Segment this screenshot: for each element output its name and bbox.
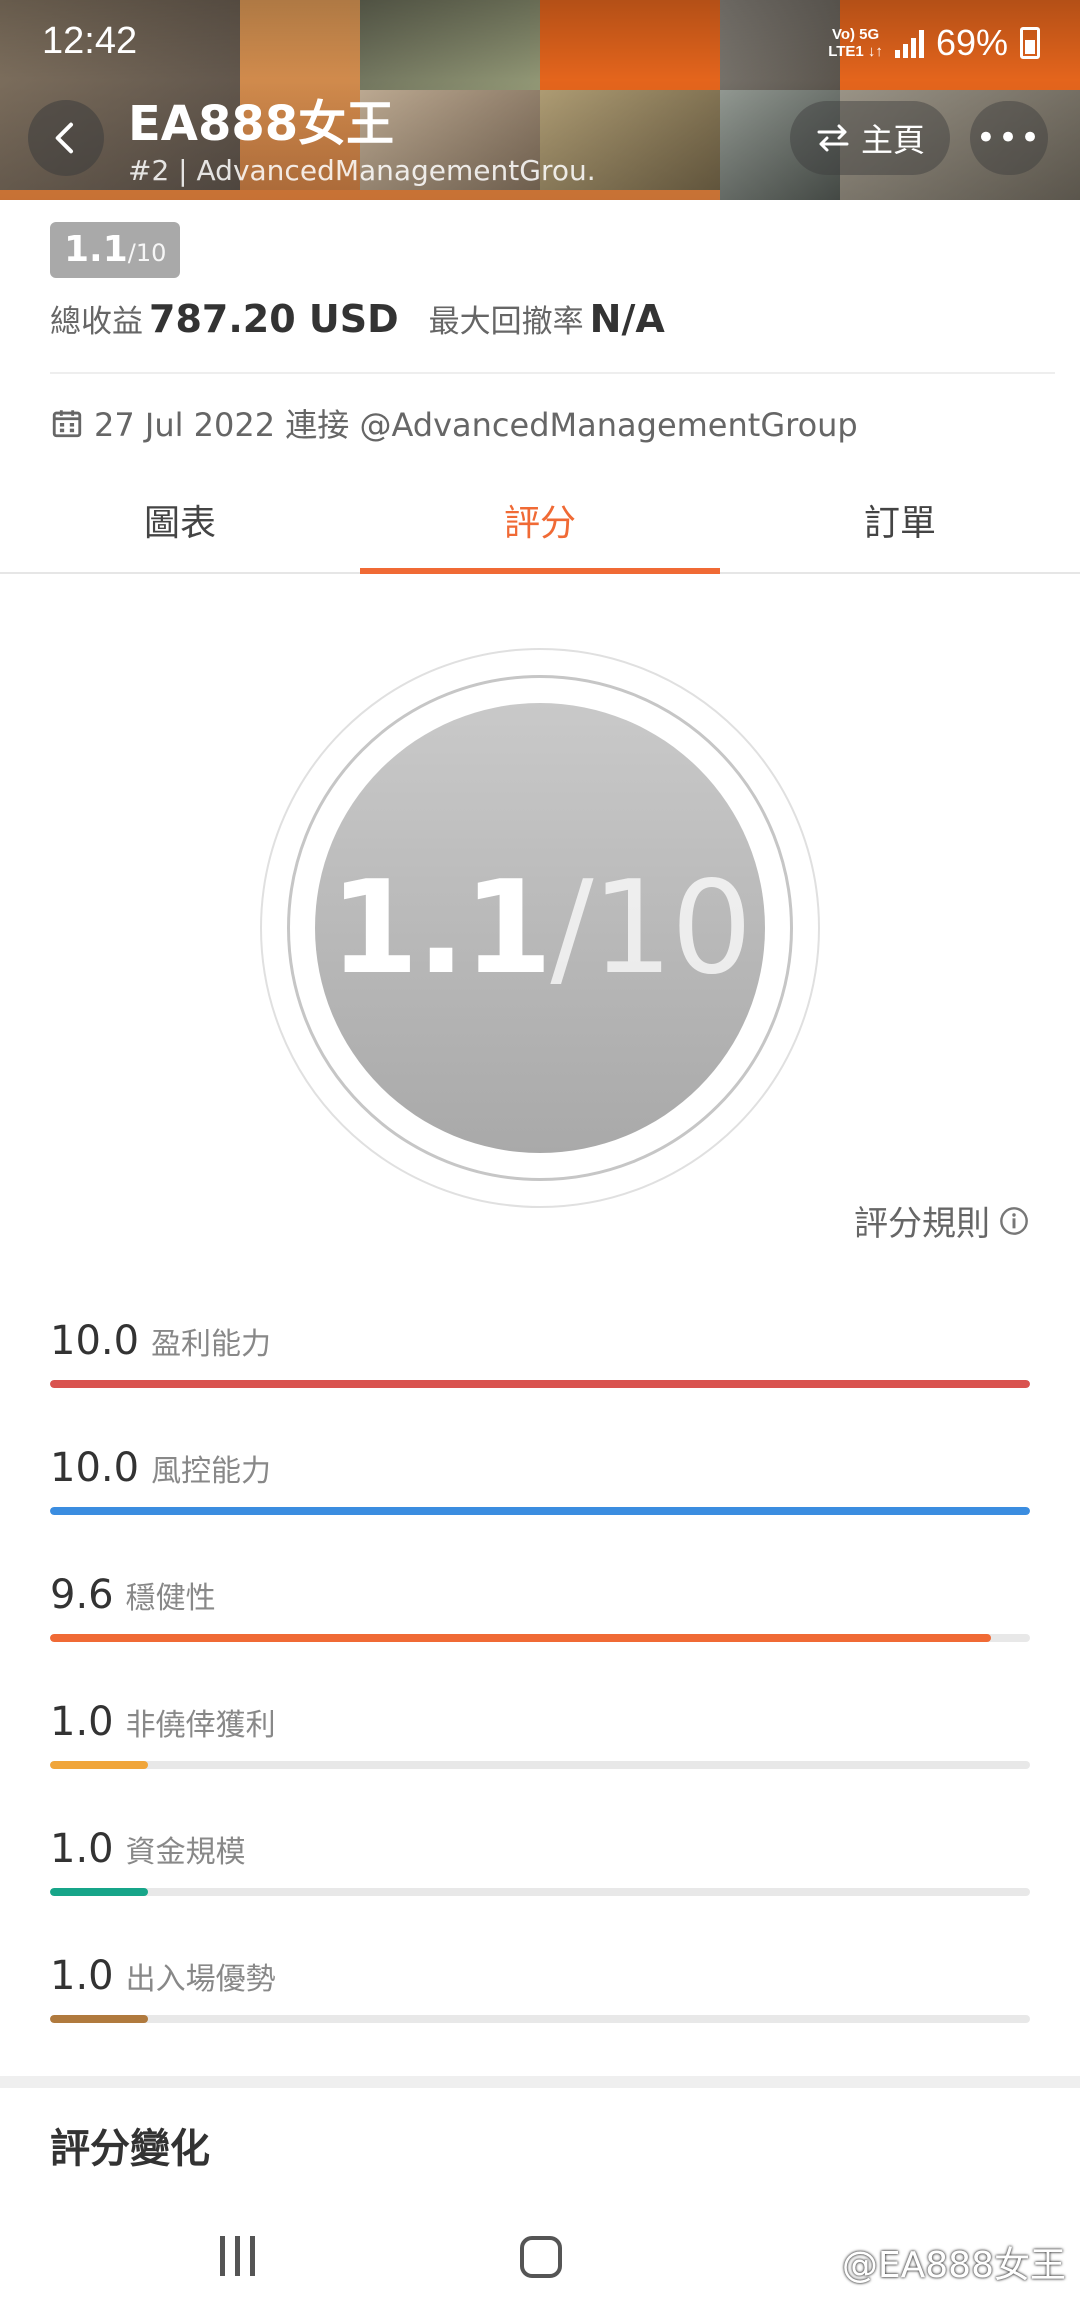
metric-bar-fill — [50, 2015, 148, 2023]
recent-apps-icon — [220, 2236, 225, 2276]
info-icon — [1000, 1206, 1028, 1235]
gauge-score: 1.1 — [329, 853, 553, 1003]
recent-apps-icon — [235, 2236, 240, 2276]
divider — [50, 372, 1055, 374]
metric-value: 1.0 — [50, 1826, 114, 1872]
metric-value: 1.0 — [50, 1699, 114, 1745]
max-drawdown-value: N/A — [589, 297, 665, 341]
calendar-icon — [52, 410, 82, 438]
status-icons: Vo) 5G LTE1 ↓↑ 69% — [828, 22, 1040, 64]
network-line: Vo) 5G — [831, 26, 880, 43]
metric-head: 1.0 出入場優勢 — [50, 1953, 1030, 1999]
metric-value: 9.6 — [50, 1572, 114, 1618]
profile-header: 12:42 Vo) 5G LTE1 ↓↑ 69% EA888女王 #2 | Ad… — [0, 0, 1080, 200]
metric-label: 出入場優勢 — [125, 1962, 276, 1997]
metric-bar-track — [50, 1761, 1030, 1769]
back-button[interactable] — [28, 100, 104, 176]
score-chip-denominator: /10 — [127, 239, 167, 267]
total-profit-value: 787.20 USD — [149, 297, 399, 341]
page-subtitle: #2 | AdvancedManagementGrou... — [128, 154, 598, 187]
metric-bar-track — [50, 1507, 1030, 1515]
metric-bar-fill — [50, 1380, 1030, 1388]
metric-item: 9.6 穩健性 — [50, 1572, 1030, 1642]
signal-icon — [894, 28, 924, 58]
score-rules-label: 評分規則 — [854, 1204, 990, 1244]
metric-value: 1.0 — [50, 1953, 114, 1999]
recent-apps-icon — [250, 2236, 255, 2276]
joined-info: 27 Jul 2022 連接 @AdvancedManagementGroup — [50, 400, 858, 446]
metric-bar-track — [50, 1634, 1030, 1642]
metric-head: 1.0 資金規模 — [50, 1826, 1030, 1872]
metric-label: 資金規模 — [125, 1835, 246, 1870]
home-button[interactable]: 主頁 — [790, 101, 950, 175]
page-title: EA888女王 — [128, 96, 395, 152]
metric-bar-fill — [50, 1761, 148, 1769]
metric-value: 10.0 — [50, 1445, 140, 1491]
metric-label: 盈利能力 — [151, 1327, 272, 1362]
metric-value: 10.0 — [50, 1318, 140, 1364]
metric-head: 1.0 非僥倖獲利 — [50, 1699, 1030, 1745]
metric-item: 10.0 盈利能力 — [50, 1318, 1030, 1388]
section-separator — [0, 2076, 1080, 2088]
metric-bar-track — [50, 2015, 1030, 2023]
metric-head: 9.6 穩健性 — [50, 1572, 1030, 1618]
metric-bar-track — [50, 1380, 1030, 1388]
metric-item: 10.0 風控能力 — [50, 1445, 1030, 1515]
total-profit-label: 總收益 — [50, 304, 143, 340]
metric-bar-fill — [50, 1888, 148, 1896]
network-indicator: Vo) 5G LTE1 ↓↑ — [828, 26, 883, 60]
stats-row: 總收益 787.20 USD 最大回撤率 N/A — [50, 296, 695, 341]
max-drawdown-label: 最大回撤率 — [428, 304, 584, 340]
metric-item: 1.0 非僥倖獲利 — [50, 1699, 1030, 1769]
swap-icon — [817, 124, 849, 152]
battery-percent: 69% — [935, 22, 1008, 63]
gauge-score-text: 1.1/10 — [329, 853, 753, 1003]
metric-head: 10.0 盈利能力 — [50, 1318, 1030, 1364]
metric-bar-track — [50, 1888, 1030, 1896]
tab-score[interactable]: 評分 — [360, 484, 720, 574]
gauge-denominator: /10 — [550, 853, 752, 1003]
watermark: @EA888女王 — [841, 2245, 1066, 2286]
more-icon: ••• — [975, 118, 1043, 158]
score-gauge: 1.1/10 — [260, 648, 820, 1208]
metric-label: 非僥倖獲利 — [125, 1708, 276, 1743]
gauge-disc: 1.1/10 — [315, 703, 765, 1153]
metric-bar-fill — [50, 1507, 1030, 1515]
tab-orders[interactable]: 訂單 — [720, 484, 1080, 572]
home-button-label: 主頁 — [860, 121, 925, 159]
metric-head: 10.0 風控能力 — [50, 1445, 1030, 1491]
metric-item: 1.0 資金規模 — [50, 1826, 1030, 1896]
tab-bar: 圖表 評分 訂單 — [0, 484, 1080, 574]
metric-label: 風控能力 — [151, 1454, 272, 1489]
recent-apps-button[interactable] — [220, 2236, 255, 2276]
status-time: 12:42 — [42, 20, 138, 62]
score-history-title: 評分變化 — [50, 2126, 210, 2172]
chevron-left-icon — [55, 122, 73, 154]
score-rules-link[interactable]: 評分規則 — [854, 1196, 1030, 1245]
score-chip: 1.1 /10 — [50, 222, 181, 278]
joined-text: 27 Jul 2022 連接 @AdvancedManagementGroup — [94, 406, 858, 444]
battery-icon — [1020, 27, 1040, 59]
metric-label: 穩健性 — [125, 1581, 216, 1616]
metric-bar-fill — [50, 1634, 991, 1642]
more-button[interactable]: ••• — [970, 101, 1048, 175]
tab-chart[interactable]: 圖表 — [0, 484, 360, 572]
network-line: LTE1 ↓↑ — [828, 43, 883, 60]
score-chip-value: 1.1 — [64, 229, 128, 270]
metric-item: 1.0 出入場優勢 — [50, 1953, 1030, 2023]
home-nav-button[interactable] — [520, 2236, 562, 2278]
